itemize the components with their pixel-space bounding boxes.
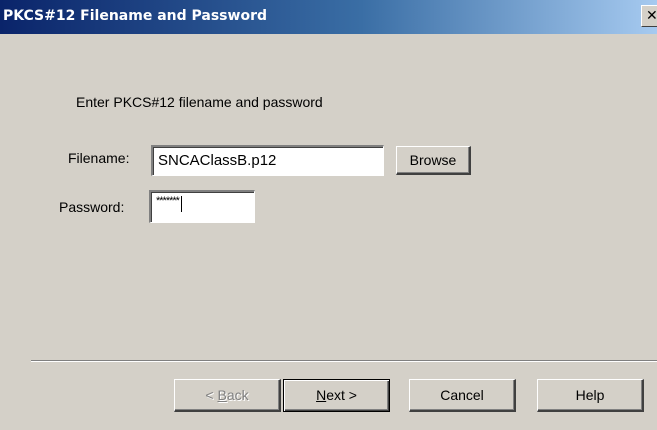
next-rest: ext >: [326, 387, 357, 403]
back-rest: ack: [226, 387, 249, 403]
cancel-button[interactable]: Cancel: [409, 379, 516, 412]
help-button[interactable]: Help: [537, 379, 644, 412]
close-icon: ✕: [646, 8, 657, 24]
filename-value: SNCAClassB.p12: [158, 152, 277, 169]
password-input[interactable]: *******: [149, 190, 255, 223]
text-caret: [180, 196, 182, 212]
back-prefix: <: [205, 387, 218, 403]
close-button[interactable]: ✕: [641, 5, 657, 27]
next-button[interactable]: Next >: [283, 379, 390, 412]
title-bar: PKCS#12 Filename and Password ✕: [0, 0, 657, 34]
password-label: Password:: [59, 199, 125, 215]
dialog-body: Enter PKCS#12 filename and password File…: [0, 34, 657, 430]
window-title: PKCS#12 Filename and Password: [3, 8, 267, 24]
password-value: *******: [156, 195, 180, 207]
browse-button[interactable]: Browse: [396, 146, 471, 175]
back-button[interactable]: < Back: [174, 379, 281, 412]
footer-divider: [31, 360, 657, 362]
filename-label: Filename:: [68, 150, 130, 166]
next-mnemonic: N: [316, 387, 327, 403]
filename-input[interactable]: SNCAClassB.p12: [151, 145, 384, 176]
back-mnemonic: B: [217, 387, 227, 403]
instruction-text: Enter PKCS#12 filename and password: [76, 94, 323, 110]
